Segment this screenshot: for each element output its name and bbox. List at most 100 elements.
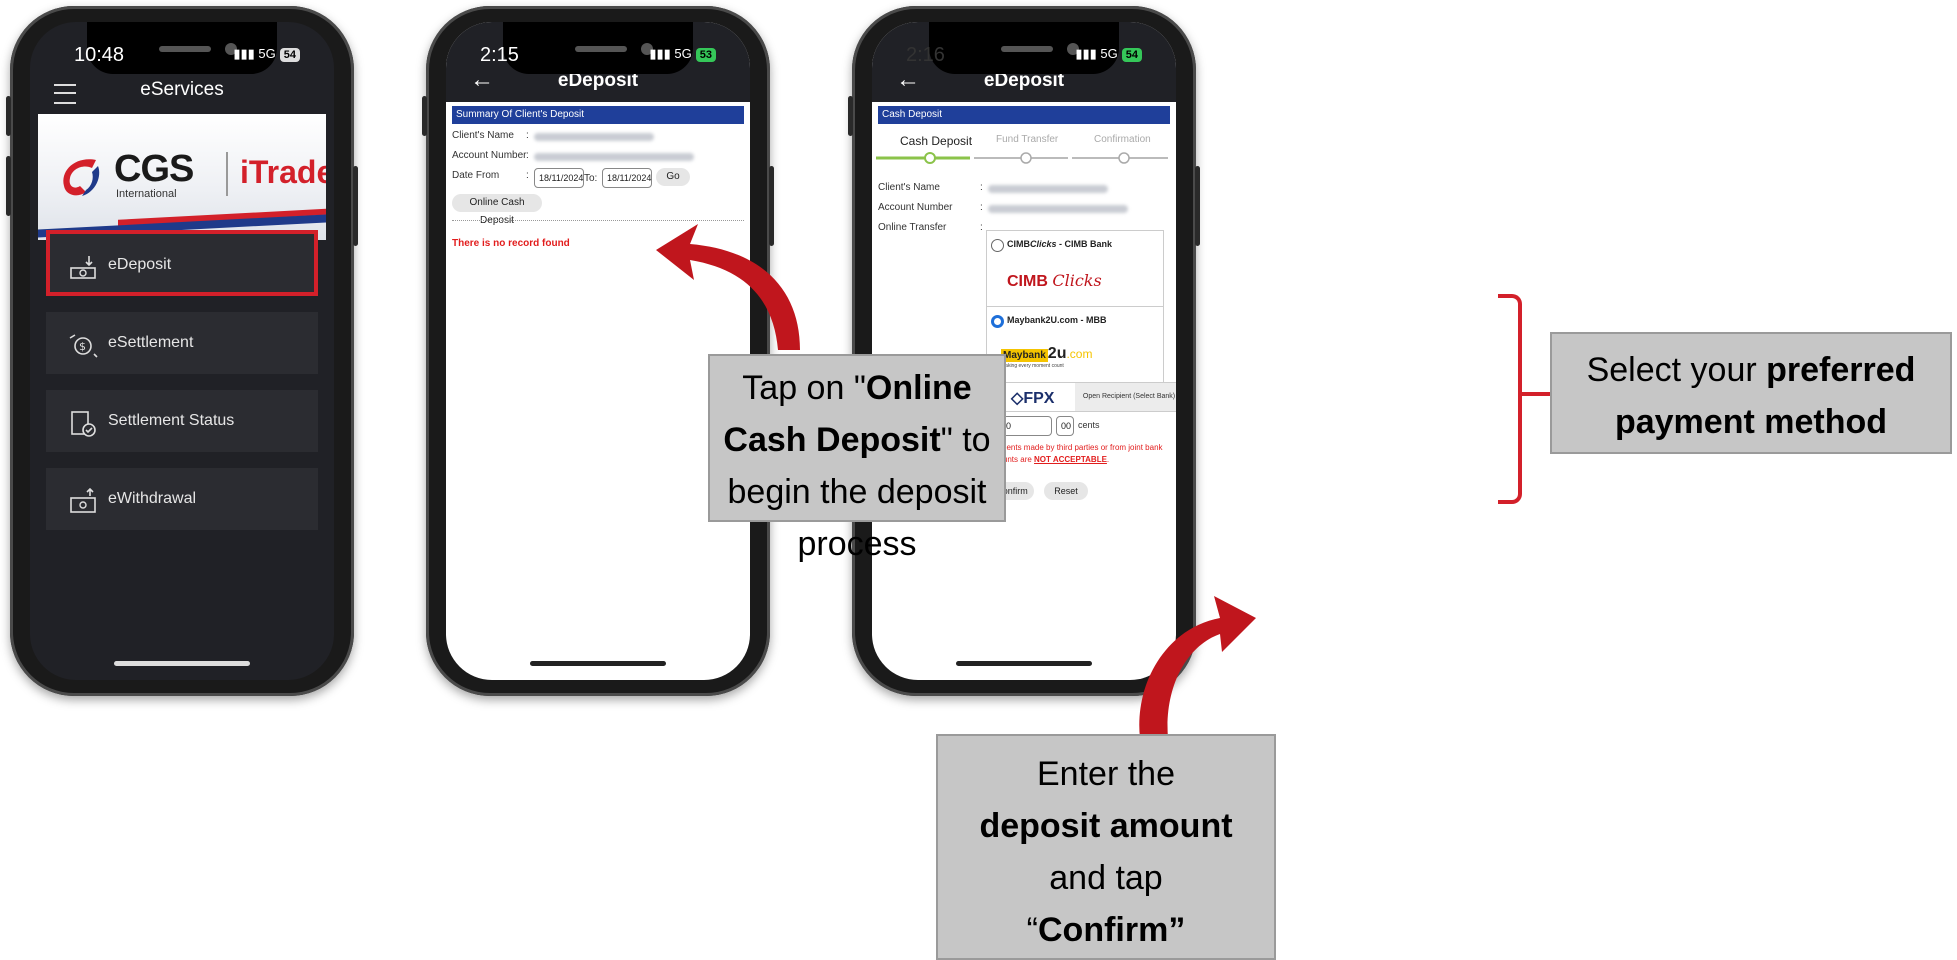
curved-arrow-icon bbox=[656, 224, 800, 350]
menu-item-ewithdrawal[interactable]: eWithdrawal bbox=[46, 468, 318, 530]
side-button bbox=[422, 96, 427, 136]
signal-icon: ▮▮▮ bbox=[233, 46, 259, 61]
side-button bbox=[353, 166, 358, 246]
side-button bbox=[1195, 166, 1200, 246]
callout-deposit-amount: Enter the deposit amount and tap “Confir… bbox=[936, 734, 1276, 960]
network-label: 5G bbox=[674, 46, 692, 61]
label-separator: : bbox=[980, 202, 983, 213]
home-indicator bbox=[956, 661, 1092, 666]
status-indicators: ▮▮▮ 5G 54 bbox=[233, 46, 300, 62]
label-client-name: Client's Name bbox=[878, 182, 940, 193]
label-client-name: Client's Name bbox=[452, 130, 514, 141]
account-number-value bbox=[534, 153, 694, 161]
date-to-input[interactable]: 18/11/2024 bbox=[602, 168, 652, 188]
status-indicators: ▮▮▮ 5G 54 bbox=[1075, 46, 1142, 62]
status-time: 2:16 bbox=[906, 44, 945, 66]
menu-item-settlement-status[interactable]: Settlement Status bbox=[46, 390, 318, 452]
product-name: iTrade bbox=[240, 154, 326, 190]
radio-button[interactable] bbox=[991, 239, 1004, 252]
label-to: To: bbox=[584, 173, 598, 184]
phone-1: 10:48 ▮▮▮ 5G 54 eServices CGS Internation… bbox=[6, 6, 358, 696]
signal-icon: ▮▮▮ bbox=[649, 46, 675, 61]
phone-3-screen: 2:16 ▮▮▮ 5G 54 ← eDeposit Cash Deposit Ca… bbox=[872, 22, 1176, 680]
label-separator: : bbox=[980, 182, 983, 193]
open-recipient-button[interactable]: Open Recipient (Select Bank) bbox=[1075, 383, 1176, 411]
label-separator: : bbox=[980, 222, 983, 233]
side-button bbox=[6, 156, 11, 216]
label-separator: : bbox=[526, 150, 529, 161]
label-separator: : bbox=[526, 130, 529, 141]
status-time: 10:48 bbox=[74, 44, 125, 66]
cgs-logo-icon bbox=[63, 159, 100, 196]
reset-button[interactable]: Reset bbox=[1044, 482, 1088, 500]
network-label: 5G bbox=[258, 46, 276, 61]
date-from-input[interactable]: 18/11/2024 bbox=[534, 168, 584, 188]
payment-option-maybank[interactable]: Maybank2U.com - MBB Maybank 2u.com making… bbox=[986, 306, 1164, 384]
cents-label: cents bbox=[1078, 420, 1100, 430]
home-indicator bbox=[114, 661, 250, 666]
menu-item-label: eSettlement bbox=[108, 334, 194, 351]
menu-item-label: Settlement Status bbox=[108, 412, 235, 429]
account-number-value bbox=[988, 205, 1128, 213]
payment-option-fpx[interactable]: ◇FPX Open Recipient (Select Bank) bbox=[986, 382, 1176, 412]
menu-item-label: eWithdrawal bbox=[108, 490, 197, 507]
itrade-banner: CGS International iTrade bbox=[38, 114, 326, 240]
payment-option-cimb[interactable]: CIMBClicks - CIMB Bank CIMB Clicks bbox=[986, 230, 1164, 308]
signal-icon: ▮▮▮ bbox=[1075, 46, 1101, 61]
label-online-transfer: Online Transfer bbox=[878, 222, 947, 233]
status-icon bbox=[71, 411, 96, 437]
status-bar: 2:16 ▮▮▮ 5G 54 bbox=[872, 36, 1176, 66]
payment-bracket bbox=[1498, 294, 1522, 504]
third-party-warning: Payments made by third parties or from j… bbox=[986, 443, 1163, 464]
label-account-number: Account Number bbox=[452, 150, 527, 161]
status-indicators: ▮▮▮ 5G 53 bbox=[649, 46, 716, 62]
status-time: 2:15 bbox=[480, 44, 519, 66]
cimb-clicks-logo: CIMB Clicks bbox=[1007, 271, 1102, 290]
client-name-value bbox=[988, 185, 1108, 193]
home-indicator bbox=[530, 661, 666, 666]
bracket-connector bbox=[1522, 392, 1550, 396]
section-header: Cash Deposit bbox=[878, 106, 1170, 124]
callout-payment-method: Select your preferred payment method bbox=[1550, 332, 1952, 454]
svg-text:$: $ bbox=[79, 340, 86, 353]
section-header: Summary Of Client's Deposit bbox=[452, 106, 744, 124]
brand-sub: International bbox=[116, 188, 177, 200]
withdraw-icon bbox=[70, 488, 96, 513]
no-record-message: There is no record found bbox=[452, 238, 570, 249]
option-label: Maybank2U.com - MBB bbox=[1007, 315, 1107, 325]
go-button[interactable]: Go bbox=[656, 168, 690, 186]
battery-icon: 54 bbox=[1121, 48, 1142, 62]
edeposit-highlight bbox=[46, 230, 318, 296]
label-date-from: Date From bbox=[452, 170, 500, 181]
side-button bbox=[848, 96, 853, 136]
step-progress bbox=[876, 152, 1168, 164]
label-account-number: Account Number bbox=[878, 202, 953, 213]
option-label: CIMBClicks - CIMB Bank bbox=[1007, 239, 1113, 249]
step-fund-transfer: Fund Transfer bbox=[996, 134, 1059, 145]
status-bar: 10:48 ▮▮▮ 5G 54 bbox=[30, 36, 334, 66]
app-bar: eServices bbox=[30, 70, 334, 110]
brand-name: CGS bbox=[114, 148, 194, 190]
menu-item-esettlement[interactable]: $ eSettlement bbox=[46, 312, 318, 374]
battery-icon: 54 bbox=[279, 48, 300, 62]
settlement-icon: $ bbox=[69, 334, 98, 358]
step-cash-deposit: Cash Deposit bbox=[900, 134, 973, 148]
maybank2u-logo: Maybank 2u.com making every moment count bbox=[1001, 345, 1093, 369]
label-separator: : bbox=[526, 170, 529, 181]
battery-icon: 53 bbox=[695, 48, 716, 62]
curved-arrow-icon bbox=[1139, 596, 1256, 738]
callout-online-cash-deposit: Tap on "Online Cash Deposit" to begin th… bbox=[708, 354, 1006, 563]
phone-1-screen: 10:48 ▮▮▮ 5G 54 eServices CGS Internation… bbox=[30, 22, 334, 680]
menu-icon[interactable] bbox=[54, 84, 76, 104]
step-confirmation: Confirmation bbox=[1094, 134, 1151, 145]
network-label: 5G bbox=[1100, 46, 1118, 61]
page-title: eServices bbox=[140, 79, 224, 100]
radio-button-selected[interactable] bbox=[991, 315, 1004, 328]
fpx-logo: ◇FPX bbox=[1011, 390, 1055, 407]
side-button bbox=[6, 96, 11, 136]
client-name-value bbox=[534, 133, 654, 141]
cents-input[interactable]: 00 bbox=[1056, 416, 1074, 436]
fpx-mark-icon: ◇ bbox=[1011, 390, 1024, 407]
online-cash-deposit-button[interactable]: Online Cash Deposit bbox=[452, 194, 542, 226]
banner-divider bbox=[226, 152, 228, 196]
